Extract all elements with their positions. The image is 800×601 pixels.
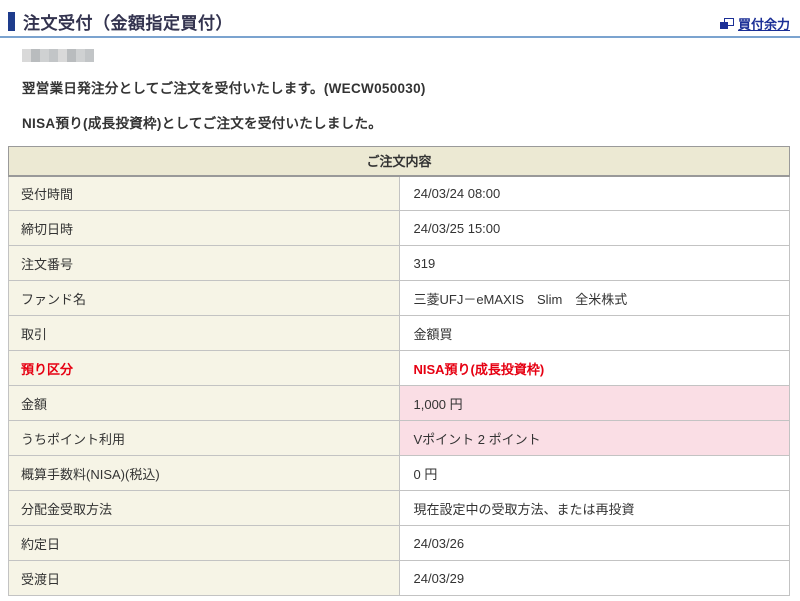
table-row: 注文番号 319: [8, 245, 790, 281]
row-label: ファンド名: [8, 280, 400, 316]
row-label: うちポイント利用: [8, 420, 400, 456]
row-value: 三菱UFJ－eMAXIS Slim 全米株式: [398, 280, 790, 316]
row-label: 約定日: [8, 525, 400, 561]
notice-line-2: NISA預り(成長投資枠)としてご注文を受付いたしました。: [22, 116, 383, 131]
row-value: 24/03/24 08:00: [398, 175, 790, 211]
redacted-account-info: [22, 49, 94, 62]
notice-line-1: 翌営業日発注分としてご注文を受付いたします。(WECW050030): [22, 81, 426, 96]
table-row-deposit-type: 預り区分 NISA預り(成長投資枠): [8, 350, 790, 386]
row-value: NISA預り(成長投資枠): [398, 350, 790, 386]
table-row: 受付時間 24/03/24 08:00: [8, 175, 790, 211]
row-label: 預り区分: [8, 350, 400, 386]
row-value: 24/03/26: [398, 525, 790, 561]
row-value: 1,000 円: [398, 385, 790, 421]
row-value: 金額買: [398, 315, 790, 351]
buying-power-link[interactable]: 買付余力: [719, 14, 790, 33]
row-value: 0 円: [398, 455, 790, 491]
title-accent-bar: [8, 12, 15, 31]
row-value: Vポイント 2 ポイント: [398, 420, 790, 456]
table-row: 分配金受取方法 現在設定中の受取方法、または再投資: [8, 490, 790, 526]
table-row: ファンド名 三菱UFJ－eMAXIS Slim 全米株式: [8, 280, 790, 316]
row-label: 金額: [8, 385, 400, 421]
title-wrap: 注文受付（金額指定買付）: [8, 9, 233, 34]
buying-power-link-label: 買付余力: [737, 17, 790, 32]
table-row: 締切日時 24/03/25 15:00: [8, 210, 790, 246]
row-value: 24/03/25 15:00: [398, 210, 790, 246]
table-caption: ご注文内容: [8, 146, 790, 177]
row-label: 注文番号: [8, 245, 400, 281]
order-details-table: ご注文内容 受付時間 24/03/24 08:00 締切日時 24/03/25 …: [8, 146, 790, 596]
row-value: 現在設定中の受取方法、または再投資: [398, 490, 790, 526]
row-value: 319: [398, 245, 790, 281]
table-row: 概算手数料(NISA)(税込) 0 円: [8, 455, 790, 491]
row-label: 受付時間: [8, 175, 400, 211]
page-header: 注文受付（金額指定買付） 買付余力: [0, 0, 800, 38]
table-row: 受渡日 24/03/29: [8, 560, 790, 596]
row-label: 受渡日: [8, 560, 400, 596]
table-row-points-used: うちポイント利用 Vポイント 2 ポイント: [8, 420, 790, 456]
table-row: 取引 金額買: [8, 315, 790, 351]
table-caption-row: ご注文内容: [8, 146, 790, 177]
row-label: 概算手数料(NISA)(税込): [8, 455, 400, 491]
table-row: 約定日 24/03/26: [8, 525, 790, 561]
table-row-amount: 金額 1,000 円: [8, 385, 790, 421]
row-label: 締切日時: [8, 210, 400, 246]
row-value: 24/03/29: [398, 560, 790, 596]
row-label: 取引: [8, 315, 400, 351]
page-title: 注文受付（金額指定買付）: [23, 14, 233, 33]
row-label: 分配金受取方法: [8, 490, 400, 526]
popup-window-icon: [719, 18, 734, 29]
